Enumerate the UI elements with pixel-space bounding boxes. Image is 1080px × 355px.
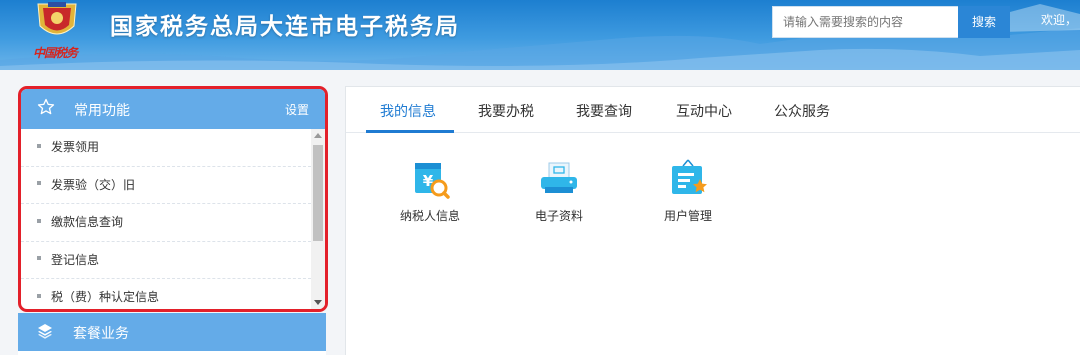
bullet-icon xyxy=(37,256,41,260)
tab-tax-handling[interactable]: 我要办税 xyxy=(478,101,534,121)
tile-electronic-documents[interactable]: 电子资料 xyxy=(514,157,604,224)
settings-link[interactable]: 设置 xyxy=(285,101,309,118)
layers-icon xyxy=(38,324,52,339)
scroll-thumb[interactable] xyxy=(313,145,323,241)
package-business-header[interactable]: 套餐业务 xyxy=(18,313,326,351)
list-item-registration-info[interactable]: 登记信息 xyxy=(21,242,311,279)
tile-label: 用户管理 xyxy=(663,209,712,223)
common-functions-header: 常用功能 设置 xyxy=(21,89,325,129)
tab-query[interactable]: 我要查询 xyxy=(576,101,632,121)
list-item-label: 发票领用 xyxy=(51,140,100,154)
tile-label: 电子资料 xyxy=(534,209,583,223)
list-scrollbar[interactable] xyxy=(311,129,325,309)
tile-taxpayer-info[interactable]: ¥ 纳税人信息 xyxy=(385,157,475,224)
main-panel: 我的信息 我要办税 我要查询 互动中心 公众服务 ¥ 纳税人信息 电子资料 用户… xyxy=(345,86,1080,355)
active-tab-indicator xyxy=(366,130,454,133)
bullet-icon xyxy=(37,293,41,298)
list-item-label: 税（费）种认定信息 xyxy=(51,290,160,304)
bullet-icon xyxy=(37,143,41,148)
brand-script-logo: 中国税务 xyxy=(33,46,78,60)
tab-my-info[interactable]: 我的信息 xyxy=(380,101,436,121)
site-header: 中国税务 国家税务总局大连市电子税务局 搜索 欢迎， xyxy=(0,0,1080,70)
list-item-payment-query[interactable]: 缴款信息查询 xyxy=(21,204,311,242)
package-business-title: 套餐业务 xyxy=(73,326,129,342)
welcome-text: 欢迎， xyxy=(1041,13,1078,27)
tab-public-service[interactable]: 公众服务 xyxy=(774,101,830,121)
bullet-icon xyxy=(37,218,41,223)
electronic-documents-icon xyxy=(541,162,577,193)
tab-bar: 我的信息 我要办税 我要查询 互动中心 公众服务 xyxy=(346,87,1080,133)
search-input[interactable] xyxy=(772,6,958,38)
package-list-edge xyxy=(18,351,326,355)
scroll-up-arrow-icon[interactable] xyxy=(314,133,322,138)
common-functions-panel: 常用功能 设置 发票领用 发票验（交）旧 缴款信息查询 登记信息 税（费）种认定… xyxy=(18,86,328,312)
tab-interaction-center[interactable]: 互动中心 xyxy=(676,101,732,121)
list-item-label: 发票验（交）旧 xyxy=(51,177,136,192)
user-management-icon xyxy=(672,159,707,194)
tax-emblem-icon xyxy=(37,2,77,35)
list-item-label: 缴款信息查询 xyxy=(51,215,124,229)
scroll-down-arrow-icon[interactable] xyxy=(314,300,322,305)
site-title: 国家税务总局大连市电子税务局 xyxy=(110,14,460,40)
common-functions-title: 常用功能 xyxy=(74,103,130,119)
list-item-tax-type-info[interactable]: 税（费）种认定信息 xyxy=(21,279,311,309)
star-icon xyxy=(37,98,55,115)
taxpayer-info-icon: ¥ xyxy=(415,163,450,199)
search-button[interactable]: 搜索 xyxy=(958,6,1010,38)
list-item-invoice-claim[interactable]: 发票领用 xyxy=(21,129,311,167)
common-functions-list: 发票领用 发票验（交）旧 缴款信息查询 登记信息 税（费）种认定信息 xyxy=(21,129,325,309)
list-item-invoice-verify[interactable]: 发票验（交）旧 xyxy=(21,167,311,204)
bullet-icon xyxy=(37,181,41,185)
tile-user-management[interactable]: 用户管理 xyxy=(643,157,733,224)
list-item-label: 登记信息 xyxy=(51,252,100,267)
tile-label: 纳税人信息 xyxy=(399,209,460,223)
